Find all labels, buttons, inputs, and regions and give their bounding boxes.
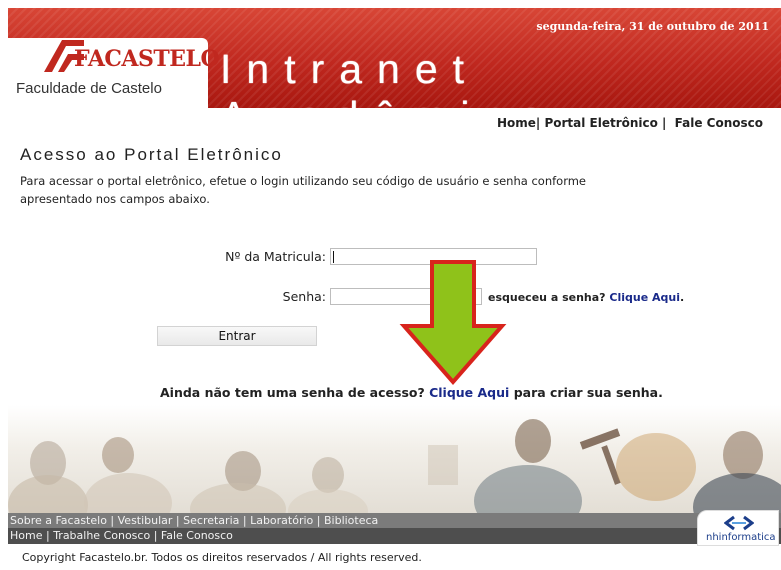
nav-home-link[interactable]: Home| — [497, 116, 540, 130]
copyright-text: Copyright Facastelo.br. Todos os direito… — [22, 551, 422, 564]
forgot-period: . — [680, 291, 685, 304]
nav-portal-link[interactable]: Portal Eletrônico | — [544, 116, 666, 130]
matricula-label: Nº da Matricula: — [225, 249, 326, 264]
signup-link[interactable]: Clique Aqui — [429, 385, 509, 400]
senha-label: Senha: — [282, 289, 326, 304]
signup-prefix: Ainda não tem uma senha de acesso? — [160, 385, 425, 400]
people-illustration — [8, 419, 781, 513]
logo-subtitle: Faculdade de Castelo — [16, 80, 162, 97]
page-title: Acesso ao Portal Eletrônico — [20, 145, 283, 164]
logo-name: FACASTELO — [74, 46, 220, 72]
footer-link-fale[interactable]: Fale Conosco — [161, 529, 233, 542]
nav-contact-link[interactable]: Fale Conosco — [675, 116, 763, 130]
logo[interactable]: FACASTELO Faculdade de Castelo — [8, 38, 220, 108]
signup-prompt: Ainda não tem uma senha de acesso? Cliqu… — [160, 385, 663, 400]
footer-link-trabalhe[interactable]: Trabalhe Conosco — [53, 529, 150, 542]
text-caret — [333, 251, 334, 263]
signup-suffix: para criar sua senha. — [513, 385, 663, 400]
footer-link-home[interactable]: Home — [10, 529, 42, 542]
forgot-password-link[interactable]: Clique Aqui — [609, 291, 680, 304]
footer-link-biblioteca[interactable]: Biblioteca — [324, 514, 378, 527]
developer-logo-text: nhinformatica — [706, 532, 776, 543]
login-button[interactable]: Entrar — [157, 326, 317, 346]
down-arrow-icon — [399, 260, 507, 386]
people-banner-image — [8, 405, 781, 513]
forgot-password: esqueceu a senha? Clique Aqui. — [488, 291, 684, 304]
footer-link-secretaria[interactable]: Secretaria — [183, 514, 239, 527]
header-date: segunda-feira, 31 de outubro de 2011 — [536, 20, 769, 33]
top-navigation: Home| Portal Eletrônico | Fale Conosco — [497, 116, 763, 130]
footer-link-sobre[interactable]: Sobre a Facastelo — [10, 514, 107, 527]
intro-text: Para acessar o portal eletrônico, efetue… — [20, 174, 586, 206]
developer-logo[interactable]: nhinformatica — [697, 510, 779, 546]
nh-logo-icon — [724, 515, 754, 531]
footer-link-vestibular[interactable]: Vestibular — [118, 514, 173, 527]
header-banner: segunda-feira, 31 de outubro de 2011 FAC… — [8, 8, 781, 108]
site-title: Intranet Acadêmica — [220, 46, 543, 108]
footer-links-secondary: Home | Trabalhe Conosco | Fale Conosco — [8, 528, 781, 544]
footer-links-primary: Sobre a Facastelo | Vestibular | Secreta… — [8, 513, 781, 528]
footer-link-laboratorio[interactable]: Laboratório — [250, 514, 313, 527]
